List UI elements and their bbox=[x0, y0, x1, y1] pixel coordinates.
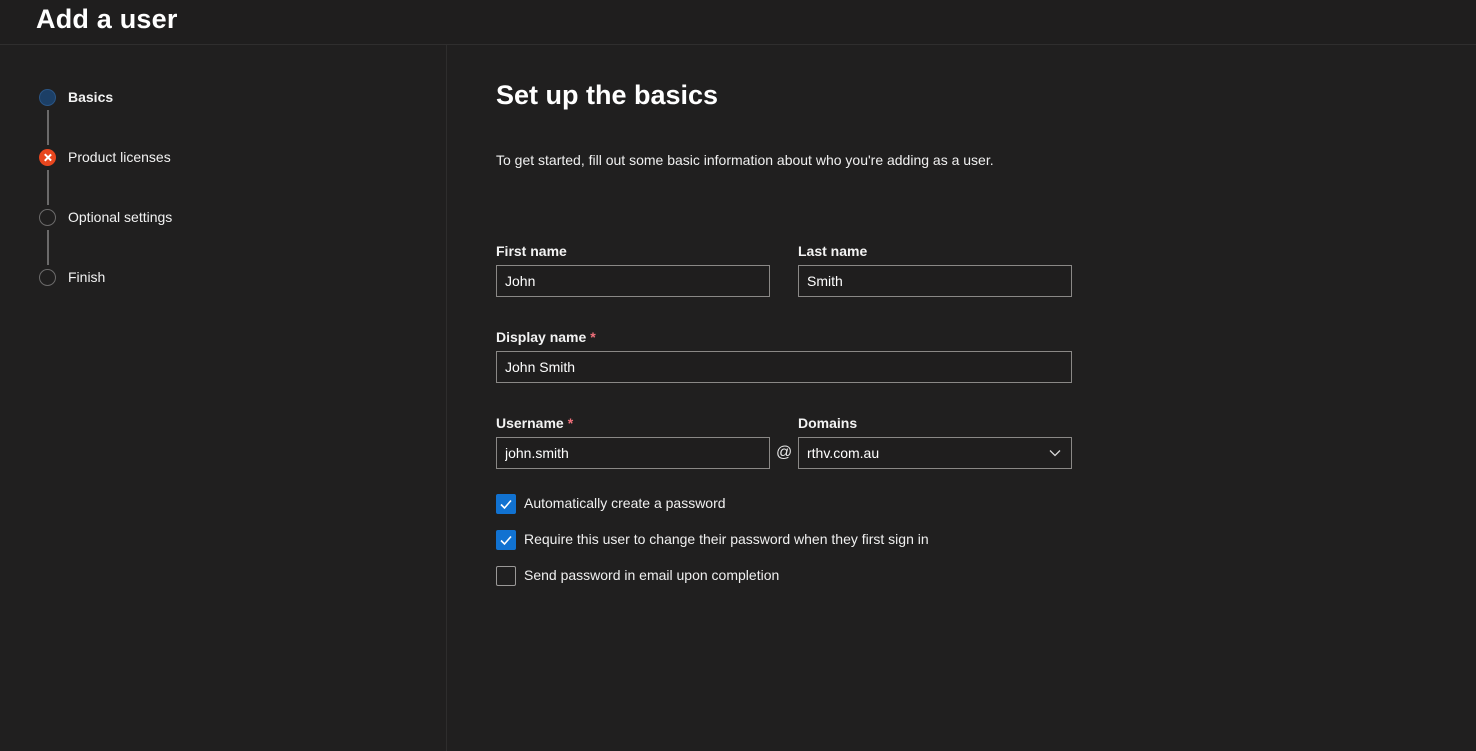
section-title: Set up the basics bbox=[496, 80, 719, 110]
step-connector bbox=[47, 170, 49, 205]
step-product-licenses[interactable]: Product licenses bbox=[39, 149, 439, 169]
last-name-label: Last name bbox=[798, 243, 868, 259]
at-sign: @ bbox=[776, 444, 793, 461]
page-header: Add a user bbox=[0, 0, 1476, 45]
domains-selected-value: rthv.com.au bbox=[807, 445, 880, 461]
chevron-down-icon bbox=[1049, 450, 1061, 457]
send-email-label: Send password in email upon completion bbox=[524, 567, 780, 583]
close-icon bbox=[39, 149, 56, 166]
step-label: Finish bbox=[68, 269, 106, 285]
wizard-steps-panel: Basics Product licenses Optional setting… bbox=[0, 45, 447, 751]
auto-password-label: Automatically create a password bbox=[524, 495, 726, 511]
step-connector bbox=[47, 230, 49, 265]
require-change-checkbox[interactable] bbox=[496, 530, 516, 550]
checkmark-icon bbox=[500, 535, 512, 546]
step-label: Product licenses bbox=[68, 149, 171, 165]
step-label: Optional settings bbox=[68, 209, 173, 225]
require-change-label: Require this user to change their passwo… bbox=[524, 531, 929, 547]
display-name-label-text: Display name bbox=[496, 329, 587, 345]
step-pending-indicator bbox=[39, 269, 56, 286]
domains-dropdown[interactable]: rthv.com.au bbox=[798, 437, 1072, 469]
required-marker: * bbox=[590, 329, 596, 345]
step-current-indicator bbox=[39, 89, 56, 106]
section-description: To get started, fill out some basic info… bbox=[496, 152, 994, 168]
send-email-checkbox[interactable] bbox=[496, 566, 516, 586]
username-input[interactable] bbox=[496, 437, 770, 469]
display-name-input[interactable] bbox=[496, 351, 1072, 383]
username-label-text: Username bbox=[496, 415, 564, 431]
last-name-input[interactable] bbox=[798, 265, 1072, 297]
checkmark-icon bbox=[500, 499, 512, 510]
page-title: Add a user bbox=[36, 4, 178, 34]
first-name-label: First name bbox=[496, 243, 567, 259]
display-name-label: Display name * bbox=[496, 329, 596, 345]
domains-label: Domains bbox=[798, 415, 858, 431]
step-basics[interactable]: Basics bbox=[39, 89, 439, 109]
step-optional-settings[interactable]: Optional settings bbox=[39, 209, 439, 229]
step-label: Basics bbox=[68, 89, 114, 105]
username-label: Username * bbox=[496, 415, 573, 431]
required-marker: * bbox=[567, 415, 574, 431]
auto-password-checkbox[interactable] bbox=[496, 494, 516, 514]
step-connector bbox=[47, 110, 49, 145]
step-finish[interactable]: Finish bbox=[39, 269, 439, 289]
step-pending-indicator bbox=[39, 209, 56, 226]
first-name-input[interactable] bbox=[496, 265, 770, 297]
